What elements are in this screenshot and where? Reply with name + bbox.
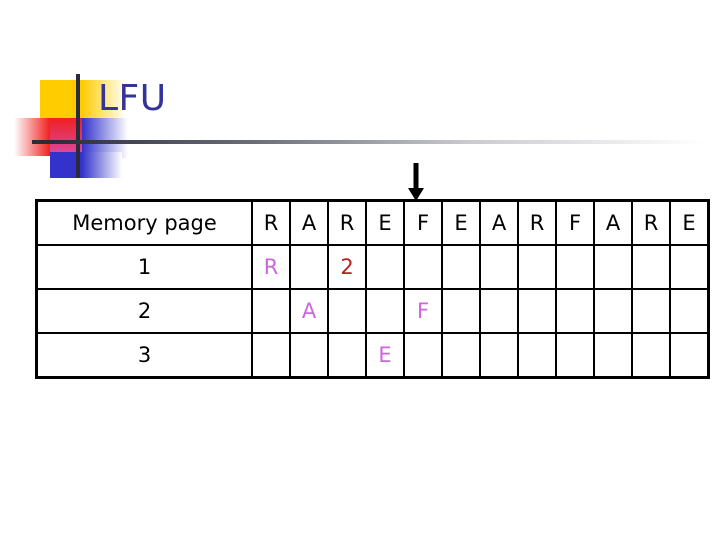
table-row: 2 A F: [35, 288, 710, 334]
frame-cell: [251, 332, 291, 379]
table-row: 1 R 2: [35, 244, 710, 290]
page-title: LFU: [98, 78, 167, 119]
slide-horizontal-rule: [32, 140, 720, 144]
frame-cell: [441, 332, 481, 379]
frame-cell: [555, 332, 595, 379]
logo-red-gradient: [14, 118, 50, 156]
frame-cell: [403, 244, 443, 290]
frame-cell: [631, 244, 671, 290]
reference-cell: R: [517, 199, 557, 246]
header-label-cell: Memory page: [35, 199, 253, 246]
frame-cell: [631, 332, 671, 379]
reference-cell: F: [403, 199, 443, 246]
table-header-row: Memory page R A R E F E A R F A R E: [35, 199, 710, 246]
frame-cell: [555, 244, 595, 290]
frame-cell: [327, 288, 367, 334]
reference-cell: E: [669, 199, 710, 246]
down-arrow-icon: [408, 163, 424, 201]
frame-cell: [479, 288, 519, 334]
frame-cell: A: [289, 288, 329, 334]
frame-cell: [365, 244, 405, 290]
frame-cell: [669, 244, 710, 290]
table-body: Memory page R A R E F E A R F A R E 1 R …: [35, 199, 710, 379]
logo-blue-gradient-2: [82, 152, 122, 178]
frame-cell: [593, 244, 633, 290]
row-label: 2: [35, 288, 253, 334]
reference-cell: E: [441, 199, 481, 246]
frame-cell: E: [365, 332, 405, 379]
frame-cell: [441, 288, 481, 334]
frame-cell: [365, 288, 405, 334]
logo-vertical-rule: [76, 74, 80, 178]
frame-cell: [669, 288, 710, 334]
frame-cell: [669, 332, 710, 379]
row-label: 1: [35, 244, 253, 290]
frame-cell: [441, 244, 481, 290]
reference-cell: F: [555, 199, 595, 246]
reference-cell: R: [327, 199, 367, 246]
frame-cell: R: [251, 244, 291, 290]
frame-cell: [251, 288, 291, 334]
frame-cell: [289, 332, 329, 379]
frame-cell: [479, 244, 519, 290]
memory-page-table: Memory page R A R E F E A R F A R E 1 R …: [35, 199, 710, 379]
frame-cell: [517, 288, 557, 334]
reference-cell: A: [289, 199, 329, 246]
frame-cell: [479, 332, 519, 379]
row-label: 3: [35, 332, 253, 379]
frame-cell: [403, 332, 443, 379]
reference-cell: A: [479, 199, 519, 246]
table-row: 3 E: [35, 332, 710, 379]
frame-cell: [631, 288, 671, 334]
frame-cell: [593, 332, 633, 379]
reference-cell: R: [251, 199, 291, 246]
reference-cell: A: [593, 199, 633, 246]
reference-cell: E: [365, 199, 405, 246]
frame-cell: [327, 332, 367, 379]
frame-cell: [517, 332, 557, 379]
frame-cell: 2: [327, 244, 367, 290]
reference-cell: R: [631, 199, 671, 246]
frame-cell: [593, 288, 633, 334]
frame-cell: [289, 244, 329, 290]
frame-cell: [517, 244, 557, 290]
frame-cell: [555, 288, 595, 334]
frame-cell: F: [403, 288, 443, 334]
